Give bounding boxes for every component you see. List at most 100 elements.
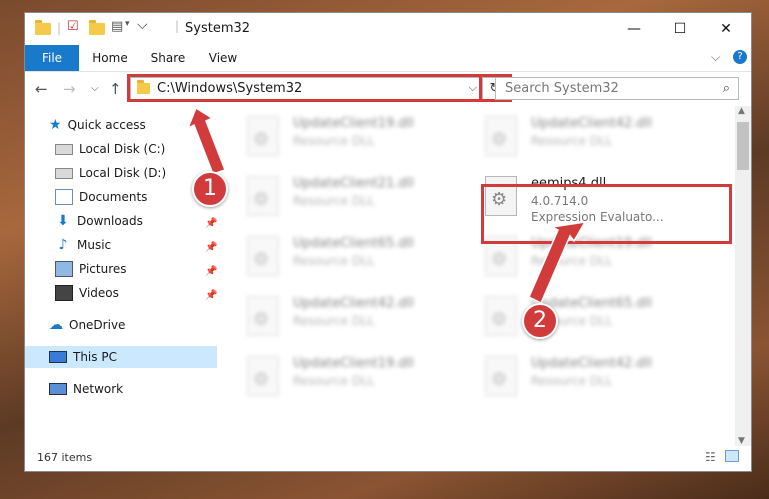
pin-icon[interactable]: 📌 (205, 146, 217, 157)
help-icon[interactable]: ? (733, 50, 747, 64)
tab-home[interactable]: Home (85, 45, 135, 71)
file-desc: Resource DLL (293, 254, 375, 268)
sidebar-item-label: Documents (79, 190, 148, 204)
navigation-bar: ← → ⌵ ↑ C:\Windows\System32 ⌵ ↻ Search S… (25, 72, 751, 106)
sidebar-item-onedrive[interactable]: ☁ OneDrive (49, 314, 125, 336)
sidebar-item-this-pc[interactable]: This PC (25, 346, 217, 368)
sidebar-item-label: Pictures (79, 262, 127, 276)
recent-locations-icon[interactable]: ⌵ (91, 83, 99, 94)
list-item[interactable]: UpdateClient65.dll Resource DLL (247, 236, 477, 286)
file-list: UpdateClient19.dll Resource DLL UpdateCl… (217, 106, 737, 446)
dll-file-icon (247, 356, 279, 396)
sidebar-item-videos[interactable]: Videos (55, 282, 215, 304)
details-view-icon[interactable]: ☷ (705, 450, 716, 464)
list-item[interactable]: UpdateClient65.dll Resource DLL (485, 296, 715, 346)
file-desc: Resource DLL (531, 374, 613, 388)
ribbon: File Home Share View ⌵ ? (25, 45, 751, 72)
list-item[interactable]: UpdateClient19.dll Resource DLL (247, 116, 477, 166)
dll-file-icon (247, 116, 279, 156)
tab-view[interactable]: View (201, 45, 245, 71)
search-input[interactable]: Search System32 ⌕ (495, 77, 739, 100)
file-desc: Resource DLL (293, 194, 375, 208)
pictures-icon (55, 261, 73, 277)
search-placeholder: Search System32 (505, 81, 619, 96)
search-icon[interactable]: ⌕ (723, 81, 730, 96)
pin-icon[interactable]: 📌 (205, 218, 217, 229)
sidebar-item-local-disk-c[interactable]: Local Disk (C:) (55, 138, 215, 160)
scrollbar-thumb[interactable] (737, 122, 749, 170)
dll-file-icon (247, 296, 279, 336)
tab-share[interactable]: Share (143, 45, 193, 71)
new-folder-icon[interactable] (89, 20, 105, 38)
computer-icon (49, 351, 67, 363)
file-desc: Resource DLL (293, 314, 375, 328)
close-button[interactable]: ✕ (703, 13, 749, 45)
tab-file[interactable]: File (25, 45, 79, 71)
sidebar-item-network[interactable]: Network (49, 378, 123, 400)
minimize-button[interactable]: — (611, 13, 657, 45)
up-icon[interactable]: ↑ (109, 80, 122, 98)
sidebar-item-music[interactable]: ♪ Music (55, 234, 215, 256)
dll-file-icon (247, 236, 279, 276)
music-icon: ♪ (58, 237, 68, 253)
star-icon: ★ (49, 117, 62, 133)
dll-file-icon (485, 356, 517, 396)
file-name: UpdateClient42.dll (531, 356, 652, 371)
sidebar-item-label: Videos (79, 286, 119, 300)
forward-icon[interactable]: → (63, 80, 76, 98)
customize-icon[interactable]: ▤ (111, 19, 123, 34)
sidebar-item-documents[interactable]: Documents (55, 186, 215, 208)
file-name: UpdateClient19.dll (293, 116, 414, 131)
file-highlight (481, 184, 732, 244)
sidebar-item-label: Music (77, 238, 112, 252)
window-title: System32 (185, 21, 251, 36)
sidebar-item-label: Local Disk (D:) (79, 166, 167, 180)
cloud-icon: ☁ (49, 317, 63, 333)
videos-icon (55, 285, 73, 301)
drive-icon (55, 143, 73, 155)
file-desc: Resource DLL (293, 134, 375, 148)
network-icon (49, 383, 67, 395)
qa-menu-icon[interactable]: ⌵ (137, 17, 148, 33)
list-item[interactable]: UpdateClient42.dll Resource DLL (485, 116, 715, 166)
sidebar-item-label: Downloads (77, 214, 143, 228)
scroll-up-icon[interactable]: ▲ (738, 106, 745, 116)
sidebar-item-label: OneDrive (69, 318, 126, 332)
dropdown-icon[interactable]: ▾ (125, 19, 130, 29)
sidebar-item-local-disk-d[interactable]: Local Disk (D:) (55, 162, 215, 184)
file-desc: Resource DLL (293, 374, 375, 388)
separator: | (175, 19, 180, 33)
documents-icon (55, 189, 73, 205)
sidebar-item-label: Local Disk (C:) (79, 142, 166, 156)
step-badge-2: 2 (522, 303, 558, 339)
pin-icon[interactable]: 📌 (205, 242, 217, 253)
pin-icon[interactable]: 📌 (205, 266, 217, 277)
list-item[interactable]: UpdateClient19.dll Resource DLL (247, 356, 477, 406)
list-item[interactable]: UpdateClient42.dll Resource DLL (485, 356, 715, 406)
file-name: UpdateClient65.dll (293, 236, 414, 251)
vertical-scrollbar[interactable]: ▲ ▼ (735, 106, 751, 446)
sidebar-item-pictures[interactable]: Pictures (55, 258, 215, 280)
list-item[interactable]: UpdateClient21.dll Resource DLL (247, 176, 477, 226)
sidebar-item-label: This PC (73, 350, 117, 364)
sidebar-item-quick-access[interactable]: ★ Quick access (49, 114, 146, 136)
address-highlight (127, 74, 484, 102)
properties-icon[interactable]: ☑ (67, 19, 79, 34)
dll-file-icon (485, 296, 517, 336)
sidebar-item-label: Quick access (67, 118, 146, 132)
explorer-window: | ☑ ▤ ▾ ⌵ | System32 — ☐ ✕ File Home Sha… (24, 12, 752, 472)
sidebar-item-downloads[interactable]: ⬇ Downloads (55, 210, 215, 232)
tiles-view-icon[interactable] (725, 450, 739, 462)
maximize-button[interactable]: ☐ (657, 13, 703, 45)
pin-icon[interactable]: 📌 (205, 290, 217, 301)
expand-ribbon-icon[interactable]: ⌵ (711, 50, 720, 65)
step-badge-1: 1 (192, 171, 228, 207)
downloads-icon: ⬇ (57, 213, 69, 229)
file-name: UpdateClient21.dll (293, 176, 414, 191)
file-desc: Resource DLL (531, 254, 613, 268)
status-bar: 167 items ☷ (25, 445, 751, 471)
back-icon[interactable]: ← (35, 80, 48, 98)
file-name: UpdateClient42.dll (293, 296, 414, 311)
dll-file-icon (247, 176, 279, 216)
list-item[interactable]: UpdateClient42.dll Resource DLL (247, 296, 477, 346)
